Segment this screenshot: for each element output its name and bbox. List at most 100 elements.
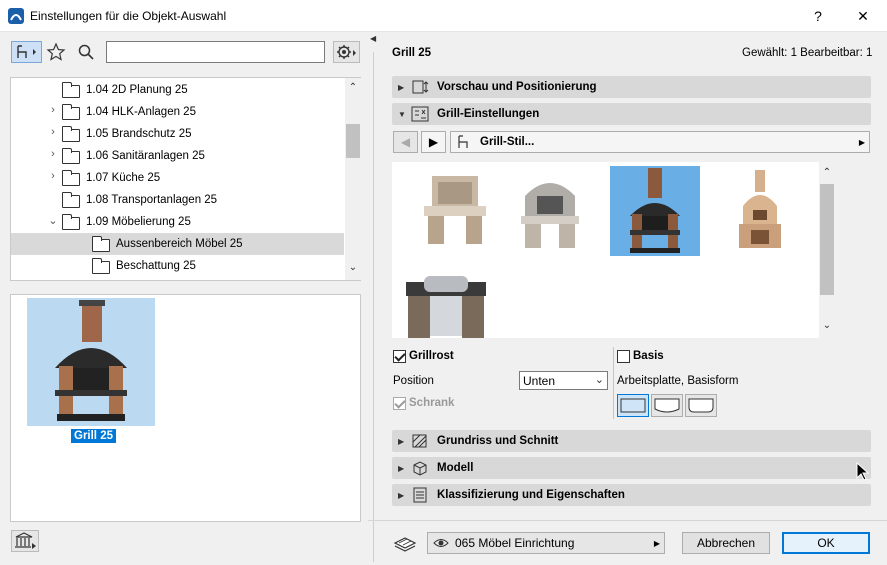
preview-positioning-icon <box>412 80 429 94</box>
basisform-option-rounded[interactable] <box>651 394 683 417</box>
parameters-icon <box>411 106 429 122</box>
grill-style-5-image <box>406 276 486 338</box>
cancel-button[interactable]: Abbrechen <box>682 532 770 554</box>
expand-arrow-icon: ▶ <box>398 490 405 500</box>
style-thumbnail-selected[interactable] <box>610 166 700 256</box>
folder-icon <box>62 82 80 98</box>
close-button[interactable]: ✕ <box>840 0 886 32</box>
title-bar: Einstellungen für die Objekt-Auswahl ? ✕ <box>0 0 887 32</box>
folder-icon <box>62 214 80 230</box>
dropdown-arrow-icon: ▶ <box>653 538 660 548</box>
eye-icon <box>433 539 449 547</box>
object-preview-panel: Grill 25 <box>10 294 361 522</box>
floor-plan-icon <box>412 434 427 448</box>
tree-item-label: 1.04 HLK-Anlagen 25 <box>86 106 196 118</box>
tree-item[interactable]: › 1.05 Brandschutz 25 <box>11 123 344 145</box>
object-preview-label: Grill 25 <box>71 429 116 443</box>
panel-splitter[interactable]: ◀ <box>368 32 378 565</box>
tree-item[interactable]: 1.04 2D Planung 25 <box>11 79 344 101</box>
section-plan-section[interactable]: ▶ Grundriss und Schnitt <box>392 430 871 452</box>
chair-icon <box>458 135 468 148</box>
expand-arrow-icon: ▶ <box>398 436 405 446</box>
tree-item[interactable]: 1.08 Transportanlagen 25 <box>11 189 344 211</box>
tree-expander-icon[interactable]: › <box>47 148 59 160</box>
schrank-checkbox[interactable] <box>393 397 406 410</box>
settings-button[interactable] <box>333 41 360 63</box>
help-button[interactable]: ? <box>795 0 841 32</box>
style-thumbnail[interactable] <box>715 166 805 256</box>
folder-icon <box>62 192 80 208</box>
layer-dropdown[interactable]: 065 Möbel Einrichtung ▶ <box>427 532 665 554</box>
gallery-scrollbar[interactable]: ⌃ ⌄ <box>819 162 835 338</box>
footer-divider <box>368 520 887 521</box>
tree-item-label: 1.05 Brandschutz 25 <box>86 128 192 140</box>
collapse-arrow-icon[interactable]: ◀ <box>370 34 376 43</box>
search-input[interactable] <box>106 41 325 63</box>
basisform-option-rect[interactable] <box>617 394 649 417</box>
tree-item-label: Beschattung 25 <box>116 260 196 272</box>
section-label: Klassifizierung und Eigenschaften <box>437 489 625 501</box>
folder-icon <box>92 236 110 252</box>
grillrost-checkbox[interactable] <box>393 350 406 363</box>
layer-icon <box>393 537 417 552</box>
section-label: Grill-Einstellungen <box>437 108 540 120</box>
section-classification[interactable]: ▶ Klassifizierung und Eigenschaften <box>392 484 871 506</box>
scroll-down-icon[interactable]: ⌄ <box>346 262 360 273</box>
scroll-down-icon[interactable]: ⌄ <box>820 320 834 331</box>
style-thumbnail[interactable] <box>505 166 595 256</box>
library-icon <box>15 532 36 549</box>
tree-item[interactable]: › 1.07 Küche 25 <box>11 167 344 189</box>
rounded-front-shape-icon <box>654 398 680 413</box>
chair-icon <box>17 45 36 58</box>
expand-arrow-icon: ▶ <box>398 82 405 92</box>
style-thumbnail[interactable] <box>410 166 500 256</box>
tree-item-label: Aussenbereich Möbel 25 <box>116 238 243 250</box>
basisform-option-round-corners[interactable] <box>685 394 717 417</box>
object-preview-thumbnail[interactable] <box>27 298 155 426</box>
tree-expander-icon[interactable]: ⌄ <box>47 214 59 227</box>
scroll-thumb[interactable] <box>346 124 360 158</box>
folder-icon <box>62 104 80 120</box>
ok-button[interactable]: OK <box>782 532 870 554</box>
scroll-up-icon[interactable]: ⌃ <box>346 82 360 93</box>
tree-item[interactable]: ⌄ 1.09 Möbelierung 25 <box>11 211 344 233</box>
tree-item[interactable]: Aussenbereich Möbel 25 <box>11 233 344 255</box>
folder-icon <box>92 258 110 274</box>
search-icon[interactable] <box>77 43 95 61</box>
library-tree: 1.04 2D Planung 25 › 1.04 HLK-Anlagen 25 › 1… <box>10 77 361 281</box>
grill-style-3-image <box>630 168 680 253</box>
grill-style-1-image <box>424 176 486 244</box>
section-label: Vorschau und Positionierung <box>437 81 597 93</box>
tree-item[interactable]: › 1.06 Sanitäranlagen 25 <box>11 145 344 167</box>
section-preview-positioning[interactable]: ▶ Vorschau und Positionierung <box>392 76 871 98</box>
library-manager-button[interactable] <box>11 530 39 552</box>
folder-icon <box>62 170 80 186</box>
tree-item[interactable]: Beschattung 25 <box>11 255 344 277</box>
favorites-star-icon[interactable] <box>46 42 66 62</box>
previous-style-button[interactable]: ◀ <box>393 131 418 153</box>
tree-item[interactable]: › 1.04 HLK-Anlagen 25 <box>11 101 344 123</box>
scroll-up-icon[interactable]: ⌃ <box>820 167 834 178</box>
collapse-arrow-icon: ▼ <box>398 109 406 119</box>
position-select[interactable]: Unten ⌄ <box>519 371 608 390</box>
object-type-button[interactable] <box>11 41 42 63</box>
rounded-corners-shape-icon <box>688 398 714 413</box>
section-label: Modell <box>437 462 474 474</box>
tree-item-label: 1.07 Küche 25 <box>86 172 161 184</box>
scroll-thumb[interactable] <box>820 184 834 295</box>
section-grill-settings[interactable]: ▼ Grill-Einstellungen <box>392 103 871 125</box>
tree-expander-icon[interactable]: › <box>47 126 59 138</box>
grill-style-dropdown[interactable]: Grill-Stil... ▶ <box>450 131 870 153</box>
layer-value: 065 Möbel Einrichtung <box>455 536 575 550</box>
section-model[interactable]: ▶ Modell <box>392 457 871 479</box>
next-style-button[interactable]: ▶ <box>421 131 446 153</box>
grill-style-2-image <box>521 183 579 248</box>
rectangle-shape-icon <box>620 398 646 413</box>
position-label: Position <box>393 375 434 387</box>
basis-checkbox[interactable] <box>617 350 630 363</box>
style-thumbnail[interactable] <box>400 268 490 338</box>
tree-scrollbar[interactable]: ⌃ ⌄ <box>345 78 361 280</box>
tree-expander-icon[interactable]: › <box>47 104 59 116</box>
folder-icon <box>62 148 80 164</box>
tree-expander-icon[interactable]: › <box>47 170 59 182</box>
